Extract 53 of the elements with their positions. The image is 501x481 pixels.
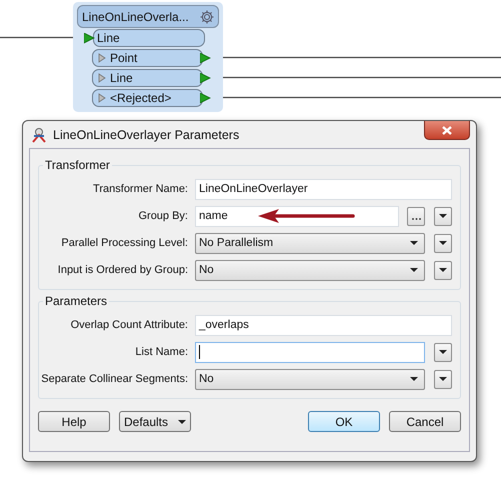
caret-icon bbox=[439, 377, 447, 381]
window-title: LineOnLineOverlayer Parameters bbox=[53, 128, 240, 142]
caret-icon bbox=[410, 377, 418, 381]
port-label: <Rejected> bbox=[110, 91, 172, 105]
input-field[interactable] bbox=[195, 342, 425, 362]
dropdown[interactable]: No Parallelism bbox=[195, 232, 425, 254]
field-label: Transformer Name: bbox=[92, 183, 188, 195]
group-title: Transformer bbox=[44, 158, 111, 172]
input-field[interactable]: name bbox=[195, 206, 399, 226]
port-label: Line bbox=[110, 71, 133, 85]
transformer-node[interactable]: LineOnLineOverla... Line Point Line <Rejected> bbox=[73, 2, 223, 112]
caret-icon bbox=[439, 241, 447, 245]
output-port[interactable]: <Rejected> bbox=[92, 89, 203, 107]
port-label: Point bbox=[110, 51, 138, 65]
caret-icon bbox=[439, 268, 447, 272]
menu-button[interactable] bbox=[434, 206, 452, 226]
output-port-icon bbox=[200, 72, 211, 84]
dropdown-button[interactable]: Defaults bbox=[119, 411, 191, 432]
browse-button[interactable] bbox=[407, 206, 425, 226]
dialog-button[interactable]: Help bbox=[38, 411, 110, 432]
field-label: Overlap Count Attribute: bbox=[70, 319, 188, 331]
node-title: LineOnLineOverla... bbox=[82, 10, 189, 24]
field-label: List Name: bbox=[134, 346, 188, 358]
gear-icon bbox=[199, 8, 215, 24]
menu-button[interactable] bbox=[434, 370, 452, 388]
dialog-button[interactable]: Cancel bbox=[389, 411, 461, 432]
field-label: Input is Ordered by Group: bbox=[56, 264, 188, 276]
field-label: Parallel Processing Level: bbox=[60, 237, 188, 249]
menu-button[interactable] bbox=[434, 342, 452, 362]
dialog-button[interactable]: OK bbox=[308, 411, 380, 432]
group-title: Parameters bbox=[44, 294, 108, 308]
output-port[interactable]: Point bbox=[92, 49, 203, 67]
input-field[interactable]: LineOnLineOverlayer bbox=[195, 178, 452, 200]
caret-icon bbox=[178, 420, 186, 424]
caret-icon bbox=[410, 268, 418, 272]
close-button[interactable] bbox=[424, 121, 470, 140]
close-icon bbox=[442, 126, 452, 134]
input-field[interactable]: _overlaps bbox=[195, 314, 452, 336]
dropdown[interactable]: No bbox=[195, 368, 425, 390]
field-label: Group By: bbox=[137, 210, 188, 222]
app-icon bbox=[31, 126, 47, 142]
dropdown[interactable]: No bbox=[195, 260, 425, 280]
input-port[interactable]: Line bbox=[93, 29, 205, 47]
caret-icon bbox=[410, 241, 418, 245]
caret-icon bbox=[439, 214, 447, 218]
output-port[interactable]: Line bbox=[92, 69, 203, 87]
output-port-icon bbox=[200, 52, 211, 64]
menu-button[interactable] bbox=[434, 234, 452, 252]
input-port-icon bbox=[84, 32, 95, 44]
field-label: Separate Collinear Segments: bbox=[40, 373, 188, 385]
caret-icon bbox=[439, 350, 447, 354]
output-port-icon bbox=[200, 92, 211, 104]
menu-button[interactable] bbox=[434, 260, 452, 280]
